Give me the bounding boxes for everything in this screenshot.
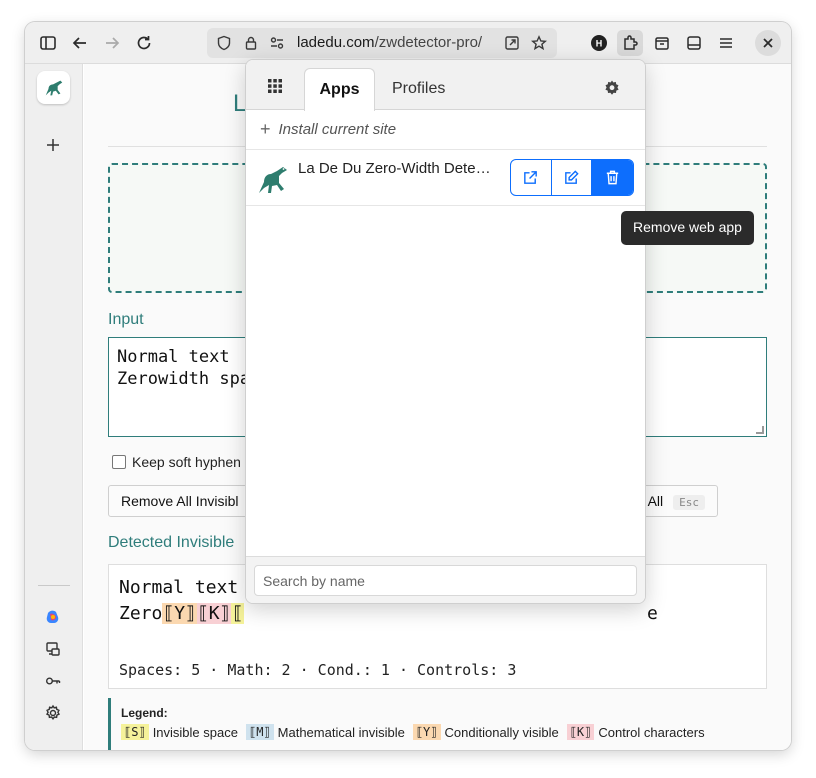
marker-control: ⟦K⟧ [196,603,232,624]
reload-icon[interactable] [131,30,157,56]
web-apps-popup: Apps Profiles + Install current site La … [245,59,646,604]
textarea-resize-handle[interactable] [756,426,764,434]
url-text[interactable]: ladedu.com/zwdetector-pro/ [297,34,499,51]
output-text: Zero [119,603,163,624]
legend-item: ⟦K⟧ Control characters [566,724,705,740]
back-icon[interactable] [67,30,93,56]
remove-app-button[interactable] [592,160,633,195]
legend-swatch: ⟦M⟧ [245,724,274,740]
synced-devices-icon[interactable] [38,634,68,664]
legend-label: Mathematical invisible [277,724,405,740]
output-line: Zero⟦Y⟧ ⟦K⟧ ⟦ [119,601,756,627]
tab-profiles[interactable]: Profiles [392,80,445,98]
gear-icon[interactable] [603,79,621,97]
legend-items: ⟦S⟧ Invisible space ⟦M⟧ Mathematical invis… [121,724,757,740]
esc-shortcut-badge: Esc [673,495,705,510]
keep-soft-hyphens-option[interactable]: Keep soft hyphen [112,454,241,470]
marker-conditional: ⟦Y⟧ [162,603,197,624]
launch-app-button[interactable] [511,160,552,195]
browser-toolbar: ladedu.com/zwdetector-pro/ H [25,22,791,64]
sidebar-webapp-dino[interactable] [37,71,70,104]
external-link-icon [524,171,538,184]
dinosaur-icon [259,167,287,193]
extensions-puzzle-icon[interactable] [617,30,643,56]
legend-title: Legend: [121,706,168,720]
sidebar-add-icon[interactable] [38,130,68,160]
legend-swatch: ⟦Y⟧ [412,724,441,740]
url-bar[interactable]: ladedu.com/zwdetector-pro/ [207,28,557,58]
legend-label: Conditionally visible [444,724,559,740]
sidebar-divider [38,585,70,586]
legend-item: ⟦S⟧ Invisible space [121,724,238,740]
list-item[interactable]: La De Du Zero-Width Detector [246,150,645,206]
legend: Legend: ⟦S⟧ Invisible space ⟦M⟧ Mathematic… [108,698,767,750]
bookmark-star-icon[interactable] [530,34,548,52]
tab-apps[interactable]: Apps [304,68,375,111]
passwords-key-icon[interactable] [38,666,68,696]
keep-soft-hyphens-checkbox[interactable] [112,455,126,469]
detection-stats: Spaces: 5 · Math: 2 · Cond.: 1 · Control… [119,661,517,679]
input-label: Input [108,311,144,328]
lock-icon[interactable] [242,34,260,52]
install-current-site-button[interactable]: + Install current site [246,110,645,150]
popup-tab-bar: Apps Profiles [246,60,645,111]
search-input[interactable] [254,565,637,596]
trash-icon [607,170,619,185]
container-tabs-icon[interactable] [649,30,675,56]
marker-space: ⟦ [231,603,245,624]
reader-view-icon[interactable] [681,30,707,56]
menu-icon[interactable] [713,30,739,56]
clear-all-label: All [647,493,664,509]
install-current-site-label: Install current site [278,121,397,138]
svg-text:H: H [596,39,603,49]
dinosaur-icon [45,80,62,95]
keep-soft-hyphens-label: Keep soft hyphen [132,454,241,470]
edit-icon [565,170,579,184]
account-icon[interactable]: H [586,30,612,56]
output-text-tail: e [647,603,658,624]
sidebar [25,64,83,750]
legend-item: ⟦Y⟧ Conditionally visible [412,724,559,740]
edit-app-button[interactable] [552,160,593,195]
legend-swatch: ⟦S⟧ [121,724,149,740]
legend-label: Invisible space [152,724,238,740]
forward-icon[interactable] [99,30,125,56]
tooltip: Remove web app [621,211,754,245]
app-actions [510,159,634,196]
open-in-app-icon[interactable] [503,34,521,52]
sidebar-toggle-icon[interactable] [35,30,61,56]
shield-icon[interactable] [215,34,233,52]
legend-item: ⟦M⟧ Mathematical invisible [245,724,405,740]
app-name: La De Du Zero-Width Detector [298,160,498,177]
detected-label: Detected Invisible [108,534,235,551]
plus-icon: + [260,119,271,139]
settings-gear-icon[interactable] [38,698,68,728]
legend-swatch: ⟦K⟧ [566,724,595,740]
close-window-icon[interactable] [755,30,781,56]
legend-label: Control characters [598,724,705,740]
copilot-icon[interactable] [38,602,68,632]
popup-footer [246,556,645,603]
permissions-icon[interactable] [268,34,286,52]
grid-icon[interactable] [266,77,284,95]
